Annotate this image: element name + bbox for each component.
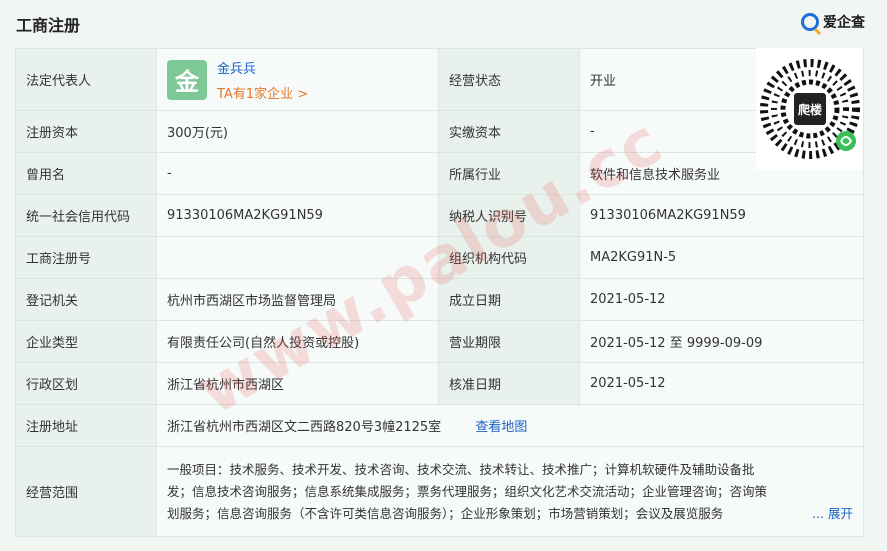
table-row: 企业类型 有限责任公司(自然人投资或控股) 营业期限 2021-05-12 至 … [15,320,864,363]
view-map-link[interactable]: 查看地图 [475,420,527,435]
district-label: 行政区划 [15,362,157,405]
table-row: 经营范围 一般项目：技术服务、技术开发、技术咨询、技术交流、技术转让、技术推广；… [15,446,864,537]
scope-cell: 一般项目：技术服务、技术开发、技术咨询、技术交流、技术转让、技术推广；计算机软硬… [156,446,864,537]
header: 工商注册 爱企查 [0,0,887,46]
paid-capital-label: 实缴资本 [438,110,580,153]
scope-label: 经营范围 [15,446,157,537]
avatar[interactable]: 金 [167,59,207,100]
approval-date-value: 2021-05-12 [579,362,864,405]
approval-date-label: 核准日期 [438,362,580,405]
page-title: 工商注册 [16,16,81,35]
company-type-value: 有限责任公司(自然人投资或控股) [156,320,439,363]
address-value: 浙江省杭州市西湖区文二西路820号3幢2125室 [167,420,442,435]
authority-label: 登记机关 [15,278,157,321]
registration-table: 法定代表人 金 金兵兵 TA有1家企业 > 经营状态 开业 注册资本 300万(… [15,48,864,537]
company-type-label: 企业类型 [15,320,157,363]
legal-rep-label: 法定代表人 [15,48,157,111]
founded-value: 2021-05-12 [579,278,864,321]
related-companies-link[interactable]: TA有1家企业 > [217,83,308,102]
table-row: 曾用名 - 所属行业 软件和信息技术服务业 [15,152,864,195]
scope-line: 发；信息技术咨询服务；信息系统集成服务；票务代理服务；组织文化艺术交流活动；企业… [167,483,768,499]
table-row: 注册资本 300万(元) 实缴资本 - [15,110,864,153]
reg-no-value [156,236,439,279]
brand-logo[interactable]: 爱企查 [801,12,865,32]
org-code-label: 组织机构代码 [438,236,580,279]
reg-capital-value: 300万(元) [156,110,439,153]
table-row: 登记机关 杭州市西湖区市场监督管理局 成立日期 2021-05-12 [15,278,864,321]
table-row: 注册地址 浙江省杭州市西湖区文二西路820号3幢2125室 查看地图 [15,404,864,447]
scope-line: 一般项目：技术服务、技术开发、技术咨询、技术交流、技术转让、技术推广；计算机软硬… [167,461,755,477]
industry-label: 所属行业 [438,152,580,195]
authority-value: 杭州市西湖区市场监督管理局 [156,278,439,321]
table-row: 法定代表人 金 金兵兵 TA有1家企业 > 经营状态 开业 [15,48,864,111]
expand-button[interactable]: ... 展开 [812,503,853,525]
address-label: 注册地址 [15,404,157,447]
qr-badge-text: 爬楼 [796,102,821,117]
taxpayer-id-value: 91330106MA2KG91N59 [579,194,864,237]
org-code-value: MA2KG91N-5 [579,236,864,279]
term-value: 2021-05-12 至 9999-09-09 [579,320,864,363]
scope-line: 划服务；信息咨询服务（不含许可类信息咨询服务）；企业形象策划；市场营销策划；会议… [167,505,724,521]
term-label: 营业期限 [438,320,580,363]
address-cell: 浙江省杭州市西湖区文二西路820号3幢2125室 查看地图 [156,404,864,447]
table-row: 统一社会信用代码 91330106MA2KG91N59 纳税人识别号 91330… [15,194,864,237]
table-row: 工商注册号 组织机构代码 MA2KG91N-5 [15,236,864,279]
qr-code: 爬楼 [756,48,863,170]
former-name-value: - [156,152,439,195]
reg-no-label: 工商注册号 [15,236,157,279]
table-row: 行政区划 浙江省杭州市西湖区 核准日期 2021-05-12 [15,362,864,405]
legal-rep-name-link[interactable]: 金兵兵 [217,58,308,77]
credit-code-label: 统一社会信用代码 [15,194,157,237]
search-logo-icon [801,13,819,31]
credit-code-value: 91330106MA2KG91N59 [156,194,439,237]
brand-name: 爱企查 [823,15,865,31]
qr-code-icon: 爬楼 [759,59,860,159]
reg-capital-label: 注册资本 [15,110,157,153]
former-name-label: 曾用名 [15,152,157,195]
district-value: 浙江省杭州市西湖区 [156,362,439,405]
op-status-label: 经营状态 [438,48,580,111]
founded-label: 成立日期 [438,278,580,321]
taxpayer-id-label: 纳税人识别号 [438,194,580,237]
legal-rep-cell: 金 金兵兵 TA有1家企业 > [156,48,439,111]
